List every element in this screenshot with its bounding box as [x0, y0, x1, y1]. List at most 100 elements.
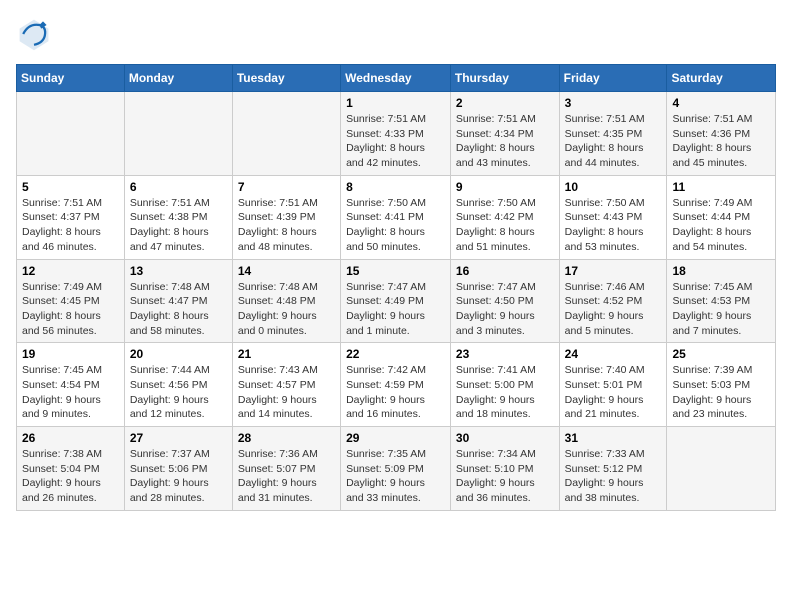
calendar-cell: 28Sunrise: 7:36 AM Sunset: 5:07 PM Dayli…	[232, 427, 340, 511]
calendar-body: 1Sunrise: 7:51 AM Sunset: 4:33 PM Daylig…	[17, 92, 776, 511]
day-info: Sunrise: 7:36 AM Sunset: 5:07 PM Dayligh…	[238, 447, 335, 506]
day-number: 31	[565, 431, 662, 445]
day-number: 20	[130, 347, 227, 361]
calendar-cell: 21 Sunrise: 7:43 AM Sunset: 4:57 PM Dayli…	[232, 343, 340, 427]
calendar-cell: 5 Sunrise: 7:51 AM Sunset: 4:37 PM Daylig…	[17, 175, 125, 259]
day-info: Sunrise: 7:51 AM Sunset: 4:37 PM Dayligh…	[22, 196, 119, 255]
day-info: Sunrise: 7:51 AM Sunset: 4:33 PM Dayligh…	[346, 112, 445, 171]
day-info: Sunrise: 7:49 AM Sunset: 4:45 PM Dayligh…	[22, 280, 119, 339]
calendar-cell: 6 Sunrise: 7:51 AM Sunset: 4:38 PM Daylig…	[124, 175, 232, 259]
weekday-header-wednesday: Wednesday	[341, 65, 451, 92]
logo	[16, 16, 58, 52]
day-info: Sunrise: 7:46 AM Sunset: 4:52 PM Dayligh…	[565, 280, 662, 339]
calendar-cell: 14Sunrise: 7:48 AM Sunset: 4:48 PM Dayli…	[232, 259, 340, 343]
day-number: 18	[672, 264, 770, 278]
day-info: Sunrise: 7:50 AM Sunset: 4:41 PM Dayligh…	[346, 196, 445, 255]
day-info: Sunrise: 7:37 AM Sunset: 5:06 PM Dayligh…	[130, 447, 227, 506]
day-info: Sunrise: 7:50 AM Sunset: 4:43 PM Dayligh…	[565, 196, 662, 255]
calendar-cell: 7 Sunrise: 7:51 AM Sunset: 4:39 PM Daylig…	[232, 175, 340, 259]
calendar-week-4: 19 Sunrise: 7:45 AM Sunset: 4:54 PM Dayli…	[17, 343, 776, 427]
calendar-cell: 12 Sunrise: 7:49 AM Sunset: 4:45 PM Dayli…	[17, 259, 125, 343]
calendar-cell: 19 Sunrise: 7:45 AM Sunset: 4:54 PM Dayli…	[17, 343, 125, 427]
calendar-cell: 20 Sunrise: 7:44 AM Sunset: 4:56 PM Dayli…	[124, 343, 232, 427]
calendar-cell	[124, 92, 232, 176]
day-number: 2	[456, 96, 554, 110]
day-number: 7	[238, 180, 335, 194]
day-info: Sunrise: 7:51 AM Sunset: 4:38 PM Dayligh…	[130, 196, 227, 255]
day-number: 8	[346, 180, 445, 194]
day-info: Sunrise: 7:50 AM Sunset: 4:42 PM Dayligh…	[456, 196, 554, 255]
calendar-cell: 13 Sunrise: 7:48 AM Sunset: 4:47 PM Dayli…	[124, 259, 232, 343]
day-info: Sunrise: 7:45 AM Sunset: 4:53 PM Dayligh…	[672, 280, 770, 339]
day-number: 16	[456, 264, 554, 278]
day-info: Sunrise: 7:45 AM Sunset: 4:54 PM Dayligh…	[22, 363, 119, 422]
calendar-cell: 29 Sunrise: 7:35 AM Sunset: 5:09 PM Dayli…	[341, 427, 451, 511]
day-number: 13	[130, 264, 227, 278]
calendar-cell: 3Sunrise: 7:51 AM Sunset: 4:35 PM Daylig…	[559, 92, 667, 176]
day-info: Sunrise: 7:47 AM Sunset: 4:50 PM Dayligh…	[456, 280, 554, 339]
weekday-header-friday: Friday	[559, 65, 667, 92]
day-number: 24	[565, 347, 662, 361]
day-number: 10	[565, 180, 662, 194]
day-number: 15	[346, 264, 445, 278]
calendar-cell: 31 Sunrise: 7:33 AM Sunset: 5:12 PM Dayli…	[559, 427, 667, 511]
day-number: 4	[672, 96, 770, 110]
calendar-week-3: 12 Sunrise: 7:49 AM Sunset: 4:45 PM Dayli…	[17, 259, 776, 343]
day-info: Sunrise: 7:34 AM Sunset: 5:10 PM Dayligh…	[456, 447, 554, 506]
calendar-cell: 2Sunrise: 7:51 AM Sunset: 4:34 PM Daylig…	[450, 92, 559, 176]
calendar-cell: 25Sunrise: 7:39 AM Sunset: 5:03 PM Dayli…	[667, 343, 776, 427]
weekday-header-tuesday: Tuesday	[232, 65, 340, 92]
day-number: 21	[238, 347, 335, 361]
weekday-header-sunday: Sunday	[17, 65, 125, 92]
calendar-cell	[667, 427, 776, 511]
day-info: Sunrise: 7:35 AM Sunset: 5:09 PM Dayligh…	[346, 447, 445, 506]
day-number: 29	[346, 431, 445, 445]
calendar-cell: 26 Sunrise: 7:38 AM Sunset: 5:04 PM Dayli…	[17, 427, 125, 511]
day-number: 23	[456, 347, 554, 361]
day-number: 27	[130, 431, 227, 445]
calendar-cell: 10 Sunrise: 7:50 AM Sunset: 4:43 PM Dayli…	[559, 175, 667, 259]
day-number: 17	[565, 264, 662, 278]
calendar-cell	[17, 92, 125, 176]
day-number: 22	[346, 347, 445, 361]
day-info: Sunrise: 7:49 AM Sunset: 4:44 PM Dayligh…	[672, 196, 770, 255]
day-number: 5	[22, 180, 119, 194]
calendar-cell: 15 Sunrise: 7:47 AM Sunset: 4:49 PM Dayli…	[341, 259, 451, 343]
weekday-header-thursday: Thursday	[450, 65, 559, 92]
day-number: 26	[22, 431, 119, 445]
day-info: Sunrise: 7:41 AM Sunset: 5:00 PM Dayligh…	[456, 363, 554, 422]
calendar-cell: 8 Sunrise: 7:50 AM Sunset: 4:41 PM Daylig…	[341, 175, 451, 259]
day-info: Sunrise: 7:42 AM Sunset: 4:59 PM Dayligh…	[346, 363, 445, 422]
calendar-cell: 4 Sunrise: 7:51 AM Sunset: 4:36 PM Daylig…	[667, 92, 776, 176]
day-number: 12	[22, 264, 119, 278]
calendar-cell: 17 Sunrise: 7:46 AM Sunset: 4:52 PM Dayli…	[559, 259, 667, 343]
day-info: Sunrise: 7:40 AM Sunset: 5:01 PM Dayligh…	[565, 363, 662, 422]
calendar-cell: 11 Sunrise: 7:49 AM Sunset: 4:44 PM Dayli…	[667, 175, 776, 259]
calendar-cell	[232, 92, 340, 176]
calendar-cell: 24 Sunrise: 7:40 AM Sunset: 5:01 PM Dayli…	[559, 343, 667, 427]
day-info: Sunrise: 7:51 AM Sunset: 4:36 PM Dayligh…	[672, 112, 770, 171]
calendar-cell: 27 Sunrise: 7:37 AM Sunset: 5:06 PM Dayli…	[124, 427, 232, 511]
calendar-cell: 30 Sunrise: 7:34 AM Sunset: 5:10 PM Dayli…	[450, 427, 559, 511]
calendar-week-2: 5 Sunrise: 7:51 AM Sunset: 4:37 PM Daylig…	[17, 175, 776, 259]
day-info: Sunrise: 7:51 AM Sunset: 4:39 PM Dayligh…	[238, 196, 335, 255]
day-info: Sunrise: 7:47 AM Sunset: 4:49 PM Dayligh…	[346, 280, 445, 339]
weekday-header-monday: Monday	[124, 65, 232, 92]
day-number: 11	[672, 180, 770, 194]
day-info: Sunrise: 7:48 AM Sunset: 4:47 PM Dayligh…	[130, 280, 227, 339]
day-number: 19	[22, 347, 119, 361]
calendar-cell: 23 Sunrise: 7:41 AM Sunset: 5:00 PM Dayli…	[450, 343, 559, 427]
calendar-cell: 22 Sunrise: 7:42 AM Sunset: 4:59 PM Dayli…	[341, 343, 451, 427]
day-number: 30	[456, 431, 554, 445]
page-header	[16, 16, 776, 52]
day-info: Sunrise: 7:33 AM Sunset: 5:12 PM Dayligh…	[565, 447, 662, 506]
weekday-header-row: SundayMondayTuesdayWednesdayThursdayFrid…	[17, 65, 776, 92]
day-info: Sunrise: 7:43 AM Sunset: 4:57 PM Dayligh…	[238, 363, 335, 422]
calendar-cell: 1Sunrise: 7:51 AM Sunset: 4:33 PM Daylig…	[341, 92, 451, 176]
day-number: 6	[130, 180, 227, 194]
day-info: Sunrise: 7:38 AM Sunset: 5:04 PM Dayligh…	[22, 447, 119, 506]
logo-icon	[16, 16, 52, 52]
day-info: Sunrise: 7:44 AM Sunset: 4:56 PM Dayligh…	[130, 363, 227, 422]
day-number: 9	[456, 180, 554, 194]
calendar-table: SundayMondayTuesdayWednesdayThursdayFrid…	[16, 64, 776, 511]
